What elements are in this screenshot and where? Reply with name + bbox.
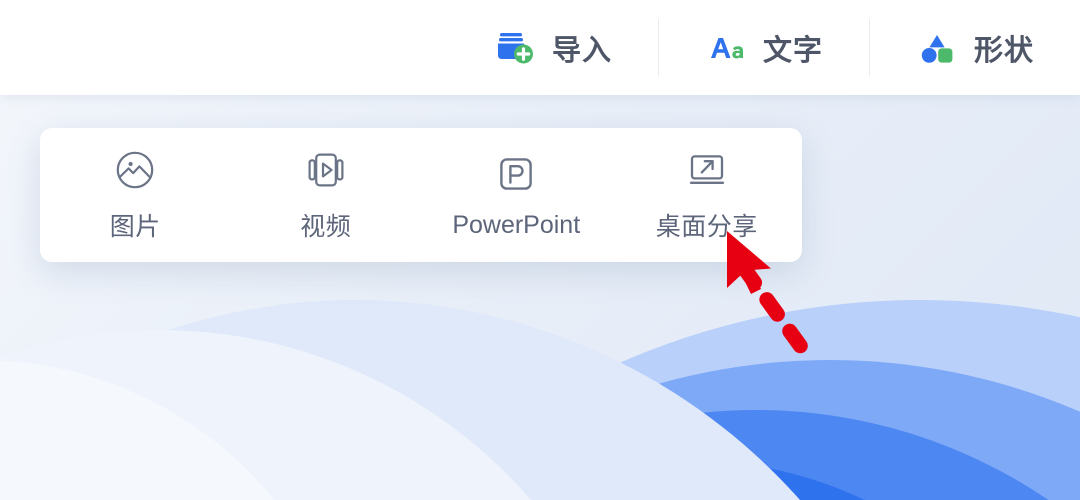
import-folder-plus-icon xyxy=(494,27,536,69)
panel-item-powerpoint-label: PowerPoint xyxy=(452,210,581,239)
toolbar-item-shape[interactable]: 形状 xyxy=(870,0,1080,95)
image-picture-icon xyxy=(112,147,158,193)
panel-item-video[interactable]: 视频 xyxy=(231,128,422,262)
toolbar-item-text-label: 文字 xyxy=(762,34,823,67)
text-aa-icon xyxy=(705,27,747,69)
video-play-icon xyxy=(303,147,349,193)
top-toolbar: 导入 文字 形状 xyxy=(0,0,1080,95)
toolbar-item-import[interactable]: 导入 xyxy=(494,0,658,95)
shapes-icon xyxy=(916,27,958,69)
panel-item-desktop-share-label: 桌面分享 xyxy=(655,213,758,241)
panel-item-video-label: 视频 xyxy=(300,213,352,241)
panel-item-image-label: 图片 xyxy=(109,213,161,241)
powerpoint-icon xyxy=(493,151,539,197)
panel-item-powerpoint[interactable]: PowerPoint xyxy=(421,128,612,262)
toolbar-item-import-label: 导入 xyxy=(551,34,612,67)
toolbar-item-text[interactable]: 文字 xyxy=(659,0,869,95)
import-dropdown-panel: 图片 视频 PowerPoint 桌面分享 xyxy=(40,128,802,262)
toolbar-item-shape-label: 形状 xyxy=(973,34,1034,67)
panel-item-desktop-share[interactable]: 桌面分享 xyxy=(612,128,803,262)
panel-item-image[interactable]: 图片 xyxy=(40,128,231,262)
desktop-share-icon xyxy=(684,147,730,193)
app-root: 导入 文字 形状 图片 视频 PowerPoint 桌面分享 xyxy=(0,0,1080,500)
